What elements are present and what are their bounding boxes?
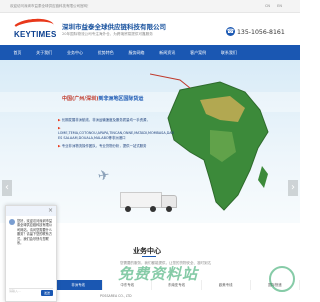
close-icon[interactable]: × [48,207,53,214]
logo-text: KEYTIMES [14,30,57,39]
top-bar: 欢迎访问深圳市益泰全球供应链科技有限公司官网！ CN EN [0,0,300,13]
nav-item-news[interactable]: 新闻资讯 [152,45,183,60]
watermark-icon [269,266,295,292]
nav-item-network[interactable]: 服务网络 [121,45,152,60]
nav-item-business[interactable]: 业务中心 [60,45,91,60]
avatar [9,219,15,225]
nav-item-home[interactable]: 首页 [6,45,29,60]
tab-europe-america[interactable]: 欧美专线 [202,280,251,290]
chevron-left-icon[interactable]: ‹ [2,180,12,196]
hero-banner: 中国(广州/深圳)到非洲地区国际货运 ▶ 长期发展非洲航线，非洲运输速度及服务质… [0,60,300,223]
nav-item-contact[interactable]: 联系我们 [213,45,244,60]
nav-item-advantages[interactable]: 优势特色 [90,45,121,60]
send-button[interactable]: 发送 [41,290,53,296]
banner-title-part2: 到非洲地区国际货运 [98,96,144,102]
phone-icon: ☎ [226,27,235,36]
chat-message: 您好，欢迎访问深圳市益泰全球供应链科技有限公司网站，请问您需要什么服务？请留下您… [17,219,53,246]
language-switcher: CN EN [259,0,282,12]
banner-bullet: ▶ LOME,TEMA,COTONOU,APAPA,TINCAN,ONNE,MA… [58,126,175,140]
chat-widget[interactable]: × 您好，欢迎访问深圳市益泰全球供应链科技有限公司网站，请问您需要什么服务？请留… [5,205,57,302]
section-title: 业务中心 [133,247,161,255]
tab-africa[interactable]: 非洲专线 [54,280,104,290]
main-nav: 首页 关于我们 业务中心 优势特色 服务网络 新闻资讯 客户案例 联系我们 [0,45,300,60]
chevron-right-icon[interactable]: › [288,180,298,196]
truck-illustration [120,192,180,214]
section-divider [142,256,156,257]
banner-bullets: ▶ 长期发展非洲航线，非洲运输速度及服务质量均一手资源， ▶ LOME,TEMA… [58,118,175,152]
lang-en-link[interactable]: EN [277,4,282,8]
banner-bullet: ▶ 长期发展非洲航线，非洲运输速度及服务质量均一手资源， [58,118,150,122]
chat-header: × [6,206,56,216]
nav-item-about[interactable]: 关于我们 [29,45,60,60]
header: KEYTIMES 深圳市益泰全球供应链科技有限公司 20年国际物流公司专注海外仓… [0,13,300,45]
welcome-text: 欢迎访问深圳市益泰全球供应链科技有限公司官网！ [10,4,91,8]
phone-number: 135-1056-8161 [237,29,285,36]
airplane-icon: ✈ [96,167,112,185]
company-logo[interactable]: KEYTIMES [10,16,57,43]
banner-bullet: ▶ 专业非洲物流操作团队，专业货物分析，提供一站式服务 [58,144,147,148]
banner-title: 中国(广州/深圳)到非洲地区国际货运 [62,95,143,102]
lang-cn-link[interactable]: CN [265,4,270,8]
service-footnote: POSSAREA CO., LTD [100,294,132,298]
banner-title-part1: 中国(广州/深圳) [62,96,99,102]
company-slogan: 20年国际物流公司专注海外仓、为跨境贸易提供可靠服务 [62,32,153,36]
nav-item-cases[interactable]: 客户案例 [183,45,214,60]
watermark-text: 免费资料站 [118,265,199,283]
company-name: 深圳市益泰全球供应链科技有限公司 [62,23,166,31]
